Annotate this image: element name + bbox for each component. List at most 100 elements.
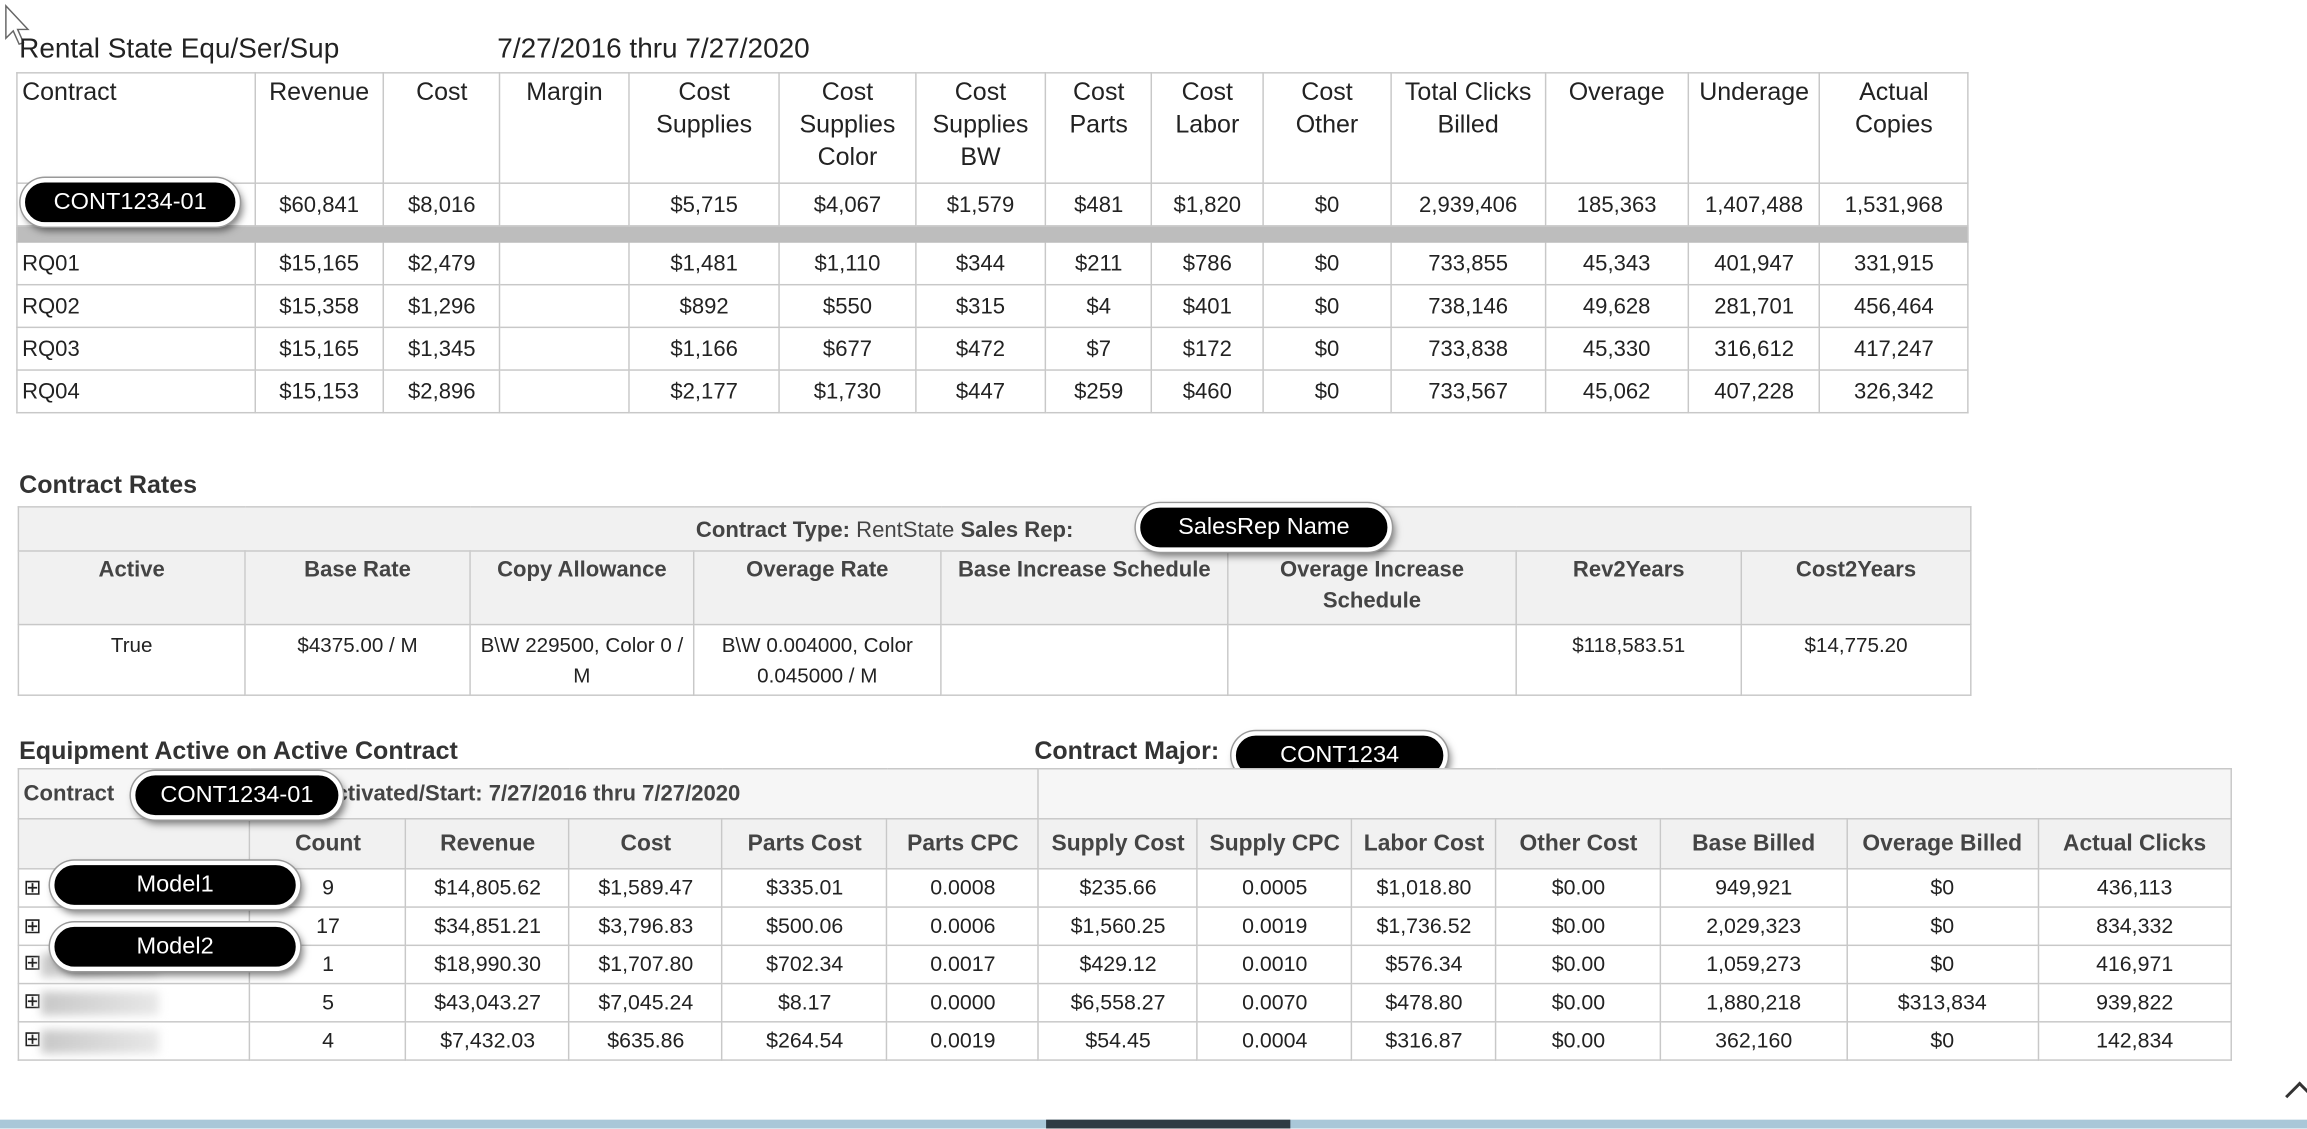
table-cell: 0.0070 — [1196, 982, 1353, 1023]
table-cell: 436,113 — [2037, 868, 2232, 908]
col-header: Cost Supplies Color — [778, 72, 917, 184]
model-pill-2[interactable]: Model2 — [50, 922, 301, 972]
col-header: Cost — [568, 818, 724, 870]
col-header: Revenue — [254, 72, 385, 184]
table-cell: $315 — [914, 283, 1047, 329]
col-header: Copy Allowance — [469, 550, 695, 626]
table-cell: $1,481 — [628, 241, 781, 286]
equipment-row: ⊞ 1 $18,990.30 $1,707.80 $702.34 0.0017 … — [17, 944, 2232, 985]
table-cell: 738,146 — [1390, 283, 1546, 329]
expand-icon[interactable]: ⊞ — [24, 914, 42, 938]
report-stage: Rental State Equ/Ser/Sup 7/27/2016 thru … — [0, 0, 2307, 1129]
expand-icon[interactable]: ⊞ — [24, 876, 42, 900]
table-cell: $460 — [1151, 369, 1264, 414]
col-header: Cost — [382, 72, 501, 184]
table-cell: 1,059,273 — [1660, 944, 1848, 985]
table-cell: $7 — [1044, 326, 1153, 371]
table-cell: RQ04 — [16, 369, 256, 414]
scroll-up-icon[interactable] — [2285, 1081, 2307, 1111]
table-cell: $892 — [628, 283, 781, 329]
col-header: Labor Cost — [1351, 818, 1497, 870]
table-cell: $0.00 — [1495, 868, 1662, 908]
table-cell: $401 — [1151, 283, 1264, 329]
table-cell: $118,583.51 — [1515, 623, 1743, 696]
table-cell: $478.80 — [1351, 982, 1497, 1023]
contract-id-pill[interactable]: CONT1234-01 — [20, 178, 240, 227]
redacted-model — [41, 991, 160, 1015]
table-cell: $0 — [1261, 283, 1393, 329]
table-cell: $15,358 — [254, 283, 385, 329]
table-cell: 939,822 — [2037, 982, 2232, 1023]
model-pill-1[interactable]: Model1 — [50, 860, 301, 910]
table-cell: 45,062 — [1544, 369, 1690, 414]
table-cell — [499, 241, 630, 286]
table-cell: $14,805.62 — [405, 868, 571, 908]
table-cell: 0.0008 — [886, 868, 1040, 908]
table-cell: $1,579 — [914, 182, 1047, 227]
table-cell: 45,343 — [1544, 241, 1690, 286]
table-cell: 362,160 — [1660, 1021, 1848, 1061]
col-header: Total Clicks Billed — [1390, 72, 1546, 184]
table-cell: $1,345 — [382, 326, 501, 371]
table-cell: $702.34 — [721, 944, 888, 985]
col-header: Base Billed — [1660, 818, 1848, 870]
table-cell: 407,228 — [1687, 369, 1821, 414]
table-row: RQ01 $15,165 $2,479 $1,481 $1,110 $344 $… — [16, 241, 1969, 286]
table-cell: 1,531,968 — [1819, 182, 1969, 227]
table-cell — [940, 623, 1229, 696]
table-cell: 0.0019 — [1196, 906, 1353, 947]
col-header: Overage Rate — [692, 550, 942, 626]
table-cell: $576.34 — [1351, 944, 1497, 985]
col-header: Supply Cost — [1037, 818, 1199, 870]
equipment-contract-empty — [1037, 768, 2232, 820]
contract-rates-table: Contract Type: RentState Sales Rep: Acti… — [17, 506, 1972, 696]
table-cell — [1227, 623, 1517, 696]
table-cell: $259 — [1044, 369, 1153, 414]
table-row: RQ04 $15,153 $2,896 $2,177 $1,730 $447 $… — [16, 369, 1969, 414]
table-cell: $211 — [1044, 241, 1153, 286]
table-cell: 0.0010 — [1196, 944, 1353, 985]
table-cell: $0 — [1845, 1021, 2039, 1061]
col-header: Overage — [1544, 72, 1690, 184]
table-cell: 417,247 — [1819, 326, 1969, 371]
separator-row — [16, 225, 1969, 243]
table-cell: 316,612 — [1687, 326, 1821, 371]
table-cell: 2,029,323 — [1660, 906, 1848, 947]
taskbar-item[interactable] — [1046, 1119, 1291, 1129]
col-header: Cost2Years — [1740, 550, 1972, 626]
col-header: Base Rate — [244, 550, 471, 626]
redacted-model — [41, 1029, 160, 1053]
table-cell: $43,043.27 — [405, 982, 571, 1023]
equipment-contract-prefix: Contract — [23, 781, 115, 807]
table-cell: $1,018.80 — [1351, 868, 1497, 908]
sales-rep-pill[interactable]: SalesRep Name — [1135, 503, 1392, 552]
separator — [16, 225, 1969, 243]
summary-table: Contract Revenue Cost Margin Cost Suppli… — [16, 72, 1969, 414]
table-cell: 2,939,406 — [1390, 182, 1546, 227]
table-cell: $15,153 — [254, 369, 385, 414]
equipment-contract-suffix: ctivated/Start: 7/27/2016 thru 7/27/2020 — [335, 781, 741, 807]
table-cell: $5,715 — [628, 182, 781, 227]
expand-icon[interactable]: ⊞ — [24, 1029, 42, 1053]
col-header: Actual Clicks — [2037, 818, 2232, 870]
expand-icon[interactable]: ⊞ — [24, 953, 42, 977]
table-cell: 733,838 — [1390, 326, 1546, 371]
table-cell: $313,834 — [1845, 982, 2039, 1023]
table-cell — [499, 182, 630, 227]
table-cell: $2,177 — [628, 369, 781, 414]
table-cell: 45,330 — [1544, 326, 1690, 371]
expand-icon[interactable]: ⊞ — [24, 991, 42, 1015]
equipment-contract-pill[interactable]: CONT1234-01 — [130, 770, 343, 820]
table-cell: RQ02 — [16, 283, 256, 329]
col-header: Cost Parts — [1044, 72, 1153, 184]
table-cell: $0 — [1845, 944, 2039, 985]
contract-rates-title: Contract Rates — [19, 470, 198, 499]
table-cell: 1,880,218 — [1660, 982, 1848, 1023]
col-header: Actual Copies — [1819, 72, 1969, 184]
table-cell: $0.00 — [1495, 906, 1662, 947]
table-cell: 401,947 — [1687, 241, 1821, 286]
table-cell: B\W 229500, Color 0 / M — [469, 623, 695, 696]
col-header: Revenue — [405, 818, 571, 870]
summary-header-row: Contract Revenue Cost Margin Cost Suppli… — [16, 72, 1969, 184]
table-cell: $4375.00 / M — [244, 623, 471, 696]
